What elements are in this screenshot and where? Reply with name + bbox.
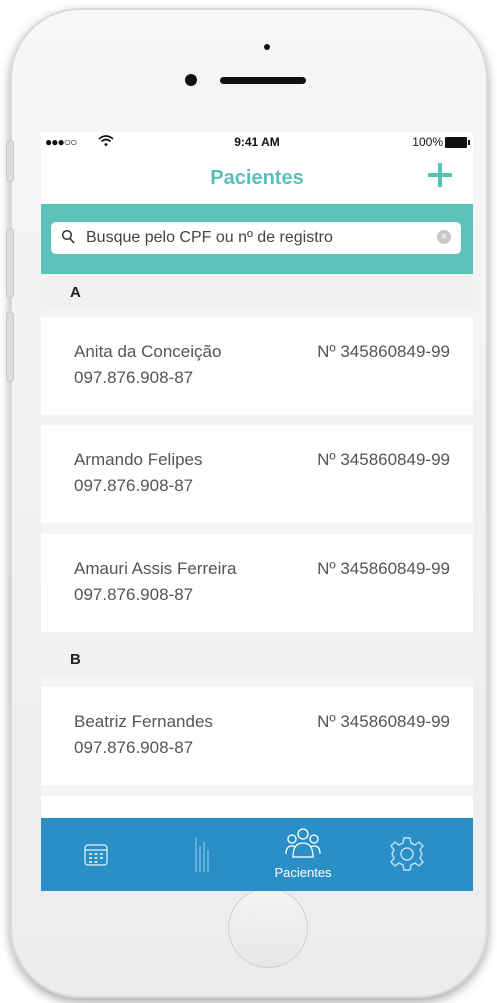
section-header-a: A xyxy=(41,274,473,310)
chart-bars-icon xyxy=(195,838,209,872)
status-bar: ●●●○○ 9:41 AM 100% xyxy=(41,132,473,152)
section-letter: B xyxy=(70,651,81,668)
patient-registration: Nº 345860849-99 xyxy=(317,450,450,469)
volume-down-button[interactable] xyxy=(6,312,14,382)
patient-cpf: 097.876.908-87 xyxy=(74,585,194,604)
tab-patients[interactable]: Pacientes xyxy=(263,818,343,891)
tab-label-patients: Pacientes xyxy=(274,865,332,880)
patient-registration: Nº 345860849-99 xyxy=(317,712,450,731)
plus-icon[interactable] xyxy=(425,160,455,190)
patient-registration: Nº 345860849-99 xyxy=(317,559,450,578)
section-header-b: B xyxy=(41,641,473,677)
search-placeholder: Busque pelo CPF ou nº de registro xyxy=(86,229,333,246)
home-button[interactable] xyxy=(228,888,308,968)
volume-up-button[interactable] xyxy=(6,228,14,298)
tab-bar: Pacientes xyxy=(41,818,473,891)
patient-name: Beatriz Fernandes xyxy=(74,712,213,731)
mute-switch[interactable] xyxy=(6,140,14,182)
list-item[interactable]: Beatriz Fernandes Nº 345860849-99 097.87… xyxy=(41,687,473,785)
tab-calendar[interactable] xyxy=(61,818,131,891)
battery-percent: 100% xyxy=(412,135,443,149)
list-item[interactable] xyxy=(41,796,473,818)
nav-bar: Pacientes xyxy=(41,152,473,204)
patient-name: Amauri Assis Ferreira xyxy=(74,559,237,578)
section-letter: A xyxy=(70,284,81,301)
calendar-icon xyxy=(84,844,108,866)
patient-cpf: 097.876.908-87 xyxy=(74,368,194,387)
speaker-grille xyxy=(220,77,306,84)
list-item[interactable]: Anita da Conceição Nº 345860849-99 097.8… xyxy=(41,317,473,415)
page-title: Pacientes xyxy=(210,167,304,189)
patient-registration: Nº 345860849-99 xyxy=(317,342,450,361)
screen: ●●●○○ 9:41 AM 100% Pacientes Busque pelo… xyxy=(41,132,473,891)
list-item[interactable]: Amauri Assis Ferreira Nº 345860849-99 09… xyxy=(41,534,473,632)
patient-cpf: 097.876.908-87 xyxy=(74,738,194,757)
camera-dot xyxy=(264,44,270,50)
search-input[interactable]: Busque pelo CPF ou nº de registro × xyxy=(51,222,461,254)
gear-icon xyxy=(390,837,424,871)
patient-name: Armando Felipes xyxy=(74,450,203,469)
patient-name: Anita da Conceição xyxy=(74,342,222,361)
search-icon xyxy=(61,229,75,244)
battery-icon xyxy=(445,137,470,148)
list-item[interactable]: Armando Felipes Nº 345860849-99 097.876.… xyxy=(41,425,473,523)
search-bar: Busque pelo CPF ou nº de registro × xyxy=(41,204,473,274)
patient-cpf: 097.876.908-87 xyxy=(74,476,194,495)
clear-icon[interactable]: × xyxy=(437,230,451,244)
status-time: 9:41 AM xyxy=(234,135,280,149)
tab-settings[interactable] xyxy=(371,818,443,891)
tab-charts[interactable] xyxy=(166,818,236,891)
patients-icon xyxy=(285,828,321,858)
front-camera xyxy=(185,74,197,86)
